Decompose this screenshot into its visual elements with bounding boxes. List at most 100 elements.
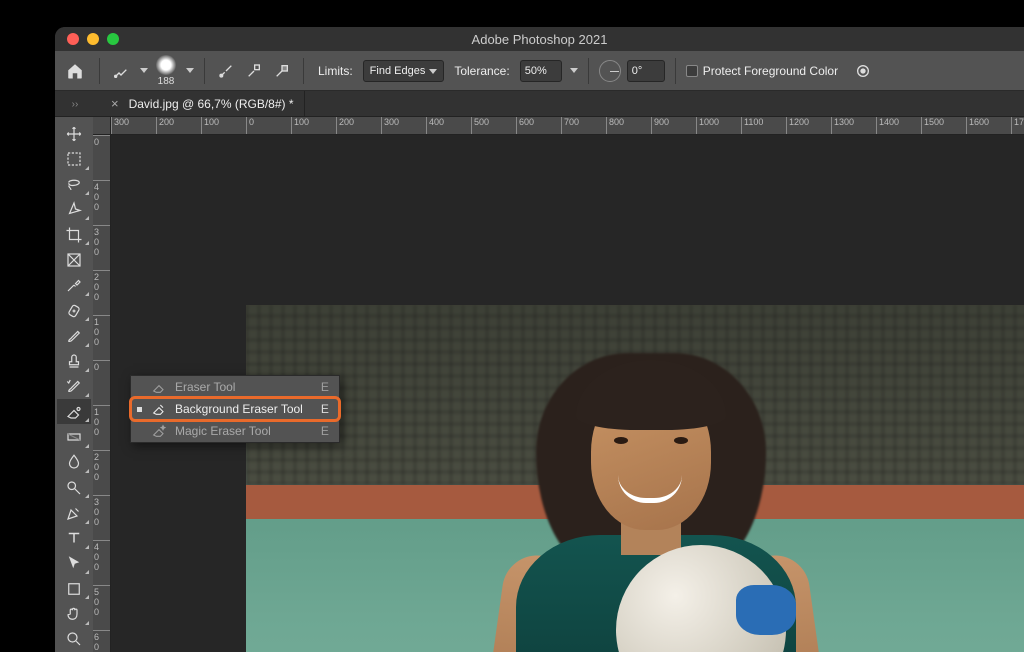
- crop-tool[interactable]: [57, 222, 91, 247]
- ruler-tick: 100: [201, 117, 246, 134]
- dodge-tool[interactable]: [57, 475, 91, 500]
- limits-select[interactable]: Find Edges: [363, 60, 445, 82]
- marquee-tool[interactable]: [57, 146, 91, 171]
- lasso-tool[interactable]: [57, 172, 91, 197]
- ruler-origin[interactable]: [93, 117, 111, 135]
- ruler-tick: 1500: [921, 117, 966, 134]
- sampling-once-icon[interactable]: [243, 60, 265, 82]
- canvas-area: 3002001000100200300400500600700800900100…: [93, 117, 1024, 652]
- ruler-tick: 500: [93, 585, 110, 630]
- limits-value: Find Edges: [370, 65, 426, 77]
- chevron-down-icon[interactable]: [186, 68, 194, 73]
- ruler-tick: 1200: [786, 117, 831, 134]
- flyout-item-label: Background Eraser Tool: [175, 402, 303, 416]
- stamp-tool[interactable]: [57, 349, 91, 374]
- tolerance-label: Tolerance:: [454, 64, 509, 78]
- app-title: Adobe Photoshop 2021: [55, 32, 1024, 47]
- checkbox-icon: [686, 65, 698, 77]
- sampling-swatch-icon[interactable]: [271, 60, 293, 82]
- flyout-item-eraser[interactable]: Eraser Tool E: [131, 376, 339, 398]
- chevron-down-icon[interactable]: [570, 68, 578, 73]
- horizontal-ruler[interactable]: 3002001000100200300400500600700800900100…: [111, 117, 1024, 135]
- ruler-tick: 600: [516, 117, 561, 134]
- blur-tool[interactable]: [57, 450, 91, 475]
- gradient-tool[interactable]: [57, 424, 91, 449]
- chevron-down-icon: [429, 69, 437, 74]
- ruler-tick: 100: [93, 315, 110, 360]
- document-tab[interactable]: × David.jpg @ 66,7% (RGB/8#) *: [95, 91, 305, 116]
- selection-tool[interactable]: [57, 197, 91, 222]
- close-window-button[interactable]: [67, 33, 79, 45]
- zoom-window-button[interactable]: [107, 33, 119, 45]
- photoshop-window: Adobe Photoshop 2021 188 Limits: Find: [55, 27, 1024, 652]
- eraser-tool[interactable]: [57, 399, 91, 424]
- panel-expand-icon[interactable]: ››: [55, 91, 95, 117]
- protect-foreground-label: Protect Foreground Color: [703, 64, 838, 78]
- eraser-icon: [151, 379, 167, 395]
- workspace: 3002001000100200300400500600700800900100…: [55, 117, 1024, 652]
- brush-preset-picker[interactable]: 188: [154, 55, 178, 87]
- brush-size-value: 188: [158, 76, 175, 87]
- path-select-tool[interactable]: [57, 551, 91, 576]
- hand-tool[interactable]: [57, 601, 91, 626]
- protect-foreground-checkbox[interactable]: Protect Foreground Color: [686, 64, 838, 78]
- move-tool[interactable]: [57, 121, 91, 146]
- ruler-tick: 400: [93, 540, 110, 585]
- minimize-window-button[interactable]: [87, 33, 99, 45]
- ruler-tick: 200: [93, 270, 110, 315]
- ruler-tick: 600: [93, 630, 110, 652]
- vertical-ruler[interactable]: 0400300200100010020030040050060070080090…: [93, 135, 111, 652]
- ruler-tick: 300: [93, 225, 110, 270]
- ruler-tick: 300: [381, 117, 426, 134]
- ruler-tick: 300: [111, 117, 156, 134]
- tool-preset-icon[interactable]: [110, 60, 132, 82]
- pressure-icon[interactable]: [852, 60, 874, 82]
- ruler-tick: 100: [291, 117, 336, 134]
- ruler-tick: 200: [156, 117, 201, 134]
- ruler-tick: 400: [93, 180, 110, 225]
- tools-panel: [55, 117, 93, 652]
- healing-tool[interactable]: [57, 298, 91, 323]
- ruler-tick: 100: [93, 405, 110, 450]
- ruler-tick: 1600: [966, 117, 1011, 134]
- ruler-tick: 1700: [1011, 117, 1024, 134]
- ruler-tick: 0: [93, 360, 110, 405]
- ruler-tick: 1300: [831, 117, 876, 134]
- window-controls: [55, 33, 119, 45]
- frame-tool[interactable]: [57, 247, 91, 272]
- ruler-tick: 200: [336, 117, 381, 134]
- flyout-item-label: Magic Eraser Tool: [175, 424, 303, 438]
- flyout-item-shortcut: E: [321, 402, 329, 416]
- document-image[interactable]: [246, 305, 1024, 652]
- ruler-tick: 900: [651, 117, 696, 134]
- tolerance-value: 50%: [525, 65, 547, 77]
- eyedropper-tool[interactable]: [57, 273, 91, 298]
- flyout-item-background-eraser[interactable]: Background Eraser Tool E: [131, 398, 339, 420]
- history-brush-tool[interactable]: [57, 374, 91, 399]
- titlebar: Adobe Photoshop 2021: [55, 27, 1024, 51]
- pen-tool[interactable]: [57, 500, 91, 525]
- ruler-tick: 1000: [696, 117, 741, 134]
- type-tool[interactable]: [57, 526, 91, 551]
- brush-tool[interactable]: [57, 323, 91, 348]
- background-eraser-icon: [151, 401, 167, 417]
- zoom-tool[interactable]: [57, 627, 91, 652]
- home-button[interactable]: [61, 57, 89, 85]
- document-tabs: × David.jpg @ 66,7% (RGB/8#) *: [55, 91, 1024, 117]
- tolerance-input[interactable]: 50%: [520, 60, 562, 82]
- flyout-item-magic-eraser[interactable]: Magic Eraser Tool E: [131, 420, 339, 442]
- chevron-down-icon[interactable]: [140, 68, 148, 73]
- flyout-item-shortcut: E: [321, 380, 329, 394]
- document-tab-title: David.jpg @ 66,7% (RGB/8#) *: [129, 97, 294, 111]
- ruler-tick: 0: [246, 117, 291, 134]
- angle-input[interactable]: 0°: [627, 60, 665, 82]
- active-dot-icon: [137, 407, 142, 412]
- ruler-tick: 500: [471, 117, 516, 134]
- sampling-continuous-icon[interactable]: [215, 60, 237, 82]
- brush-preview-icon: [156, 55, 176, 75]
- ruler-tick: 1100: [741, 117, 786, 134]
- angle-dial[interactable]: [599, 60, 621, 82]
- document-tab-close[interactable]: ×: [109, 96, 121, 111]
- ruler-tick: 400: [426, 117, 471, 134]
- shape-tool[interactable]: [57, 576, 91, 601]
